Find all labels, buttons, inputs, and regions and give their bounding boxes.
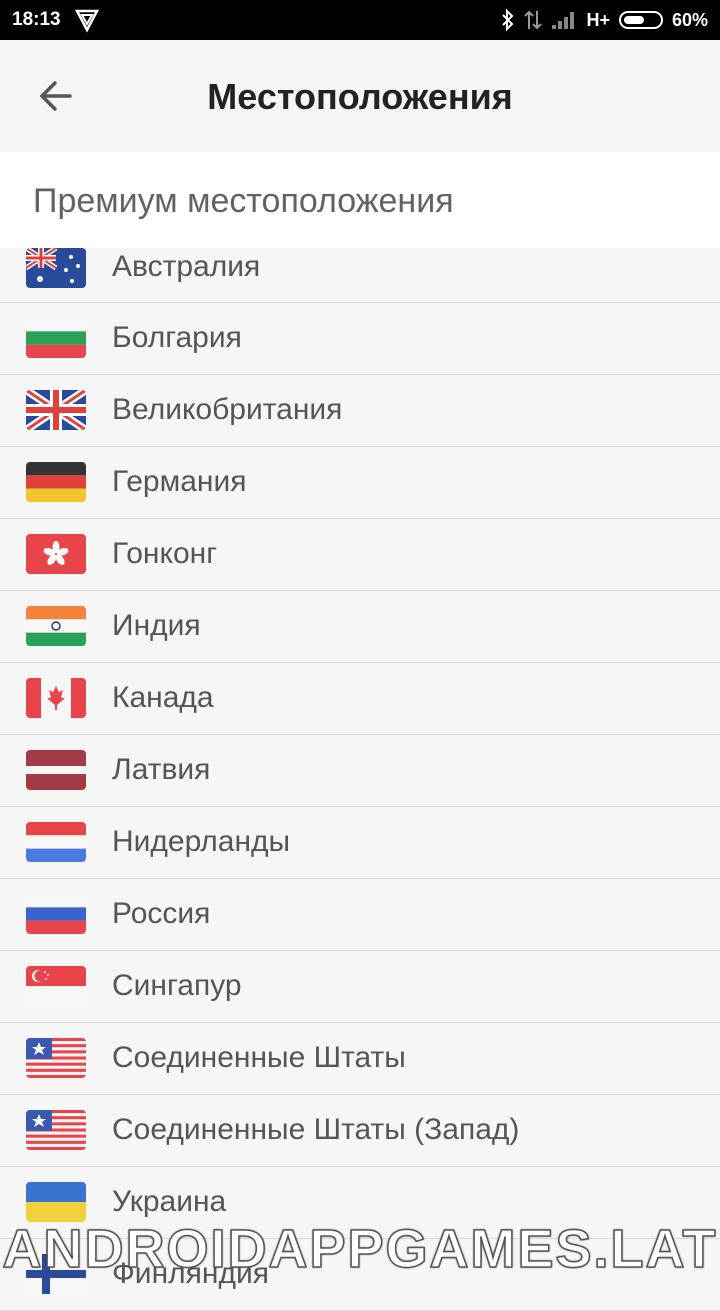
flag-india-icon (26, 606, 86, 646)
location-name: Германия (112, 465, 247, 498)
location-row[interactable]: Болгария (0, 303, 720, 375)
battery-percent: 60% (671, 9, 708, 30)
location-row[interactable]: Соединенные Штаты (0, 1023, 720, 1095)
location-name: Канада (112, 681, 214, 714)
flag-netherlands-icon (26, 822, 86, 862)
section-header: Премиум местоположения (0, 152, 720, 248)
signal-icon (552, 12, 575, 29)
flag-germany-icon (26, 462, 86, 502)
flag-bulgaria-icon (26, 318, 86, 358)
app-bar: Местоположения (0, 40, 720, 152)
battery-icon (618, 11, 663, 29)
location-name: Латвия (112, 753, 211, 786)
flag-usa-icon (26, 1110, 86, 1150)
flag-ukraine-icon (26, 1182, 86, 1222)
location-name: Россия (112, 897, 211, 930)
location-row[interactable]: Канада (0, 663, 720, 735)
data-transfer-icon (524, 10, 543, 30)
location-name: Нидерланды (112, 825, 291, 858)
location-name: Соединенные Штаты (Запад) (112, 1113, 520, 1146)
flag-singapore-icon (26, 966, 86, 1006)
location-row[interactable]: Германия (0, 447, 720, 519)
location-row[interactable]: Гонконг (0, 519, 720, 591)
watermark: ANDROIDAPPGAMES.LAT (2, 1218, 718, 1280)
flag-canada-icon (26, 678, 86, 718)
location-name: Сингапур (112, 969, 242, 1002)
location-row[interactable]: Австралия (0, 248, 720, 303)
location-name: Гонконг (112, 537, 218, 570)
vpn-shield-icon (74, 9, 100, 33)
location-name: Соединенные Штаты (112, 1041, 406, 1074)
bluetooth-icon (502, 9, 514, 31)
location-list: Австралия Болгария Великобритания Германия… (0, 248, 720, 1311)
flag-latvia-icon (26, 750, 86, 790)
location-name: Украина (112, 1185, 227, 1218)
location-row[interactable]: Нидерланды (0, 807, 720, 879)
location-name: Болгария (112, 321, 242, 354)
network-type: H+ (586, 9, 610, 30)
location-row[interactable]: Сингапур (0, 951, 720, 1023)
status-time: 18:13 (12, 9, 61, 30)
location-row[interactable]: Великобритания (0, 375, 720, 447)
flag-hongkong-icon (26, 534, 86, 574)
location-name: Великобритания (112, 393, 343, 426)
status-bar: 18:13 H+ 60% (0, 0, 720, 40)
flag-australia-icon (26, 248, 86, 288)
flag-russia-icon (26, 894, 86, 934)
location-row[interactable]: Латвия (0, 735, 720, 807)
section-title: Премиум местоположения (33, 182, 454, 220)
location-row[interactable]: Индия (0, 591, 720, 663)
flag-uk-icon (26, 390, 86, 430)
flag-usa-icon (26, 1038, 86, 1078)
location-name: Индия (112, 609, 201, 642)
location-row[interactable]: Соединенные Штаты (Запад) (0, 1095, 720, 1167)
location-name: Австралия (112, 250, 261, 283)
location-row[interactable]: Россия (0, 879, 720, 951)
page-title: Местоположения (207, 76, 513, 117)
